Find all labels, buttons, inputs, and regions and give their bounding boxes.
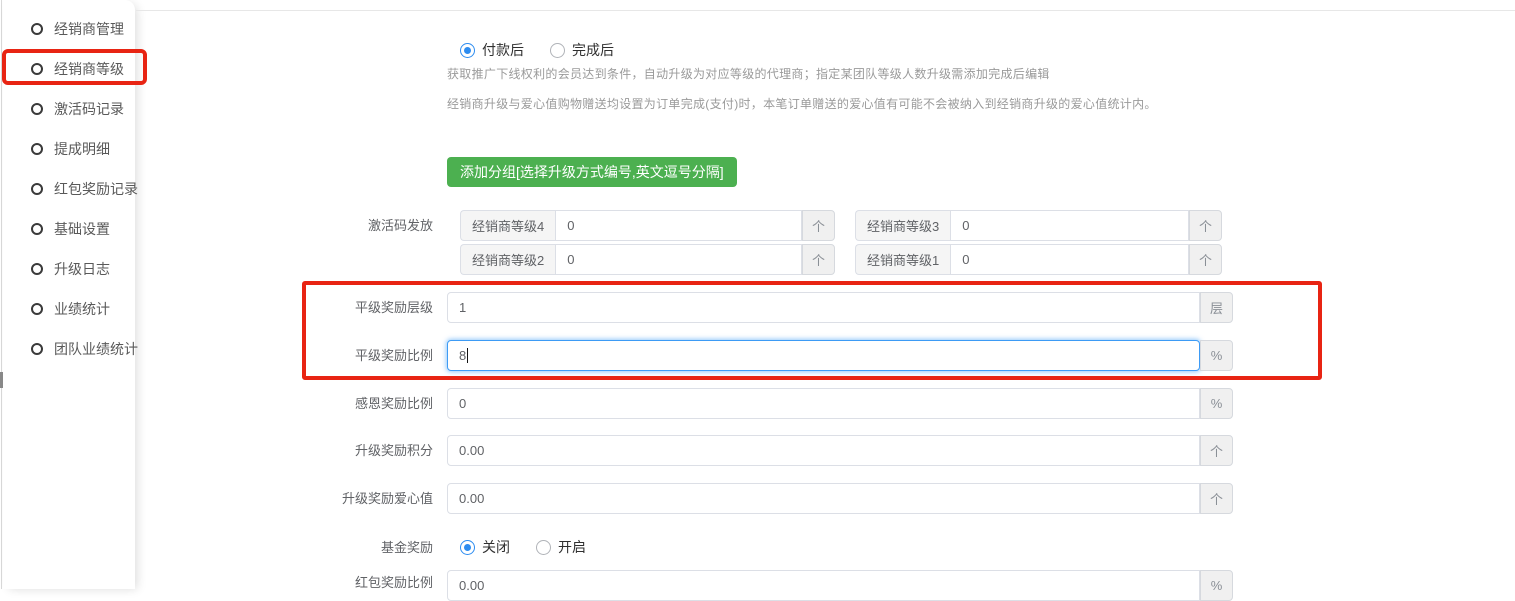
page-left-border — [1, 0, 2, 589]
form-label-gratitude-reward-ratio: 感恩奖励比例 — [133, 396, 433, 411]
radio-circle-icon — [31, 183, 43, 195]
input-value: 8 — [459, 348, 466, 363]
redpacket-reward-ratio-input[interactable] — [447, 570, 1200, 601]
sidebar-item-performance-stats[interactable]: 业绩统计 — [3, 289, 135, 329]
sidebar-item-team-performance-stats[interactable]: 团队业绩统计 — [3, 329, 135, 369]
radio-checked-icon — [460, 43, 475, 58]
form-label-peer-reward-ratio: 平级奖励比例 — [133, 348, 433, 363]
radio-unchecked-icon — [550, 43, 565, 58]
radio-circle-icon — [31, 23, 43, 35]
activation-input-group-level2: 经销商等级2 个 — [460, 244, 835, 275]
form-label-activation-codes: 激活码发放 — [133, 218, 433, 233]
radio-option-after-payment[interactable]: 付款后 — [460, 40, 524, 60]
sidebar-item-label: 经销商等级 — [54, 59, 124, 79]
peer-reward-ratio-input[interactable]: 8 — [447, 340, 1200, 371]
peer-reward-levels-group: 层 — [447, 292, 1233, 323]
input-prepend-label: 经销商等级2 — [460, 244, 555, 275]
radio-circle-icon — [31, 343, 43, 355]
radio-circle-icon — [31, 103, 43, 115]
form-label-fund-reward: 基金奖励 — [133, 540, 433, 555]
input-prepend-label: 经销商等级3 — [855, 210, 950, 241]
content-top-divider — [136, 10, 1515, 11]
radio-circle-icon — [31, 63, 43, 75]
sidebar: 经销商管理 经销商等级 激活码记录 提成明细 红包奖励记录 基础设置 升级日志 … — [3, 0, 135, 589]
radio-label: 付款后 — [482, 40, 524, 60]
radio-option-closed[interactable]: 关闭 — [460, 537, 510, 557]
input-suffix-unit: 层 — [1200, 292, 1233, 323]
activation-input-level1[interactable] — [950, 244, 1189, 275]
dealer-level-settings-page: { "sidebar": { "items": [ { "label": "经销… — [0, 0, 1515, 589]
upgrade-timing-radio-group: 付款后 完成后 — [460, 40, 614, 60]
form-label-upgrade-reward-points: 升级奖励积分 — [133, 443, 433, 458]
add-group-button[interactable]: 添加分组[选择升级方式编号,英文逗号分隔] — [447, 157, 737, 187]
input-suffix-unit: 个 — [802, 244, 835, 275]
sidebar-item-basic-settings[interactable]: 基础设置 — [3, 209, 135, 249]
input-suffix-percent: % — [1200, 388, 1233, 419]
peer-reward-ratio-group: 8 % — [447, 340, 1233, 371]
radio-option-open[interactable]: 开启 — [536, 537, 586, 557]
input-suffix-unit: 个 — [1200, 435, 1233, 466]
input-suffix-unit: 个 — [1189, 210, 1222, 241]
gratitude-reward-ratio-input[interactable] — [447, 388, 1200, 419]
upgrade-reward-love-value-input[interactable] — [447, 483, 1200, 514]
radio-label: 开启 — [558, 537, 586, 557]
input-suffix-unit: 个 — [1189, 244, 1222, 275]
radio-checked-icon — [460, 540, 475, 555]
radio-circle-icon — [31, 143, 43, 155]
radio-circle-icon — [31, 263, 43, 275]
form-label-upgrade-reward-love-value: 升级奖励爱心值 — [133, 491, 433, 506]
help-text-line-1: 获取推广下线权利的会员达到条件，自动升级为对应等级的代理商；指定某团队等级人数升… — [447, 65, 1050, 82]
sidebar-item-label: 红包奖励记录 — [54, 179, 138, 199]
input-suffix-unit: 个 — [802, 210, 835, 241]
sidebar-item-label: 激活码记录 — [54, 99, 124, 119]
sidebar-item-commission-details[interactable]: 提成明细 — [3, 129, 135, 169]
help-text-line-2: 经销商升级与爱心值购物赠送均设置为订单完成(支付)时，本笔订单赠送的爱心值有可能… — [447, 95, 1157, 112]
radio-circle-icon — [31, 303, 43, 315]
input-suffix-unit: 个 — [1200, 483, 1233, 514]
peer-reward-levels-input[interactable] — [447, 292, 1200, 323]
activation-input-level4[interactable] — [555, 210, 802, 241]
sidebar-item-label: 升级日志 — [54, 259, 110, 279]
text-cursor — [467, 348, 468, 363]
radio-label: 关闭 — [482, 537, 510, 557]
input-prepend-label: 经销商等级1 — [855, 244, 950, 275]
input-suffix-percent: % — [1200, 570, 1233, 601]
sidebar-item-dealer-level[interactable]: 经销商等级 — [3, 49, 135, 89]
fund-reward-radio-group: 关闭 开启 — [460, 537, 586, 557]
sidebar-item-activation-code-records[interactable]: 激活码记录 — [3, 89, 135, 129]
upgrade-reward-points-group: 个 — [447, 435, 1233, 466]
sidebar-item-label: 业绩统计 — [54, 299, 110, 319]
gratitude-reward-ratio-group: % — [447, 388, 1233, 419]
upgrade-reward-love-value-group: 个 — [447, 483, 1233, 514]
form-label-redpacket-reward-ratio: 红包奖励比例 — [133, 575, 433, 590]
sidebar-item-label: 团队业绩统计 — [54, 339, 138, 359]
sidebar-item-dealer-management[interactable]: 经销商管理 — [3, 9, 135, 49]
activation-input-level2[interactable] — [555, 244, 802, 275]
sidebar-item-label: 基础设置 — [54, 219, 110, 239]
radio-circle-icon — [31, 223, 43, 235]
activation-input-group-level1: 经销商等级1 个 — [855, 244, 1222, 275]
radio-option-after-completion[interactable]: 完成后 — [550, 40, 614, 60]
sidebar-item-label: 提成明细 — [54, 139, 110, 159]
sidebar-item-upgrade-log[interactable]: 升级日志 — [3, 249, 135, 289]
activation-input-group-level3: 经销商等级3 个 — [855, 210, 1222, 241]
activation-input-level3[interactable] — [950, 210, 1189, 241]
input-suffix-percent: % — [1200, 340, 1233, 371]
redpacket-reward-ratio-group: % — [447, 570, 1233, 601]
sidebar-item-label: 经销商管理 — [54, 19, 124, 39]
radio-label: 完成后 — [572, 40, 614, 60]
upgrade-reward-points-input[interactable] — [447, 435, 1200, 466]
activation-input-group-level4: 经销商等级4 个 — [460, 210, 835, 241]
form-label-peer-reward-levels: 平级奖励层级 — [133, 300, 433, 315]
radio-unchecked-icon — [536, 540, 551, 555]
sidebar-item-redpacket-reward-records[interactable]: 红包奖励记录 — [3, 169, 135, 209]
input-prepend-label: 经销商等级4 — [460, 210, 555, 241]
